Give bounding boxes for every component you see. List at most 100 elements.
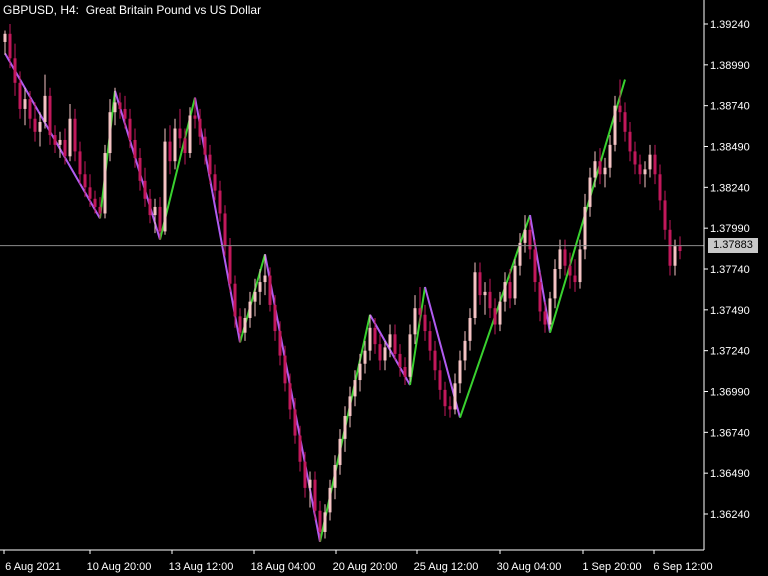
candle-body (108, 112, 112, 154)
candle-body (533, 249, 537, 283)
y-tick-label: 1.39240 (710, 19, 750, 31)
candle-body (18, 82, 22, 109)
candle-body (48, 95, 52, 136)
candle-body (168, 141, 172, 162)
candle-body (188, 115, 192, 154)
candle-body (633, 151, 637, 165)
candle-body (573, 275, 577, 283)
candle-body (548, 298, 552, 325)
candle-body (118, 102, 122, 109)
candle-body (208, 154, 212, 175)
candle-body (563, 249, 567, 266)
candle-body (413, 308, 417, 335)
candle-body (53, 135, 57, 145)
candle-body (298, 435, 302, 462)
zigzag-down-leg (264, 254, 321, 542)
candle-body (568, 265, 572, 276)
candle-body (528, 229, 532, 250)
chart-title: GBPUSD, H4: Great Britain Pound vs US Do… (3, 3, 262, 17)
zigzag-down-leg (194, 97, 241, 343)
candle-body (283, 355, 287, 384)
candle-body (38, 122, 42, 132)
candle-body (68, 118, 72, 157)
y-tick-label: 1.38490 (710, 142, 750, 154)
candle-body (193, 115, 197, 119)
candle-body (643, 169, 647, 175)
candle-body (353, 380, 357, 397)
candle-body (518, 242, 522, 266)
zigzag-down-leg (4, 52, 101, 219)
candle-body (28, 99, 32, 119)
candle-body (3, 33, 7, 42)
candle-body (233, 283, 237, 317)
candle-body (133, 139, 137, 158)
x-tick-label: 25 Aug 12:00 (414, 561, 479, 573)
candle-body (483, 291, 487, 296)
candle-body (73, 118, 77, 152)
candle-body (398, 353, 402, 367)
x-tick-label: 18 Aug 04:00 (251, 561, 316, 573)
candle-body (433, 350, 437, 371)
candle-body (663, 200, 667, 230)
candle-body (178, 128, 182, 139)
candle-body (83, 174, 87, 188)
x-tick-label: 20 Aug 20:00 (333, 561, 398, 573)
candlestick-chart[interactable]: 1.36240 1.36490 1.36740 1.36990 1.37240 1.374… (0, 0, 768, 576)
candle-body (338, 438, 342, 465)
candle-body (383, 347, 387, 361)
candle-body (553, 269, 557, 299)
candle-body (458, 360, 462, 384)
candle-body (598, 161, 602, 175)
candle-body (123, 108, 127, 119)
x-tick-label: 13 Aug 12:00 (169, 561, 234, 573)
candle-body (653, 154, 657, 175)
candle-body (58, 139, 62, 145)
y-tick-label: 1.36990 (710, 387, 750, 399)
candle-body (263, 275, 267, 283)
candle-body (603, 167, 607, 175)
candle-body (658, 174, 662, 201)
candle-body (673, 246, 677, 266)
candle-body (498, 301, 502, 325)
candle-body (438, 370, 442, 390)
candle-body (218, 190, 222, 214)
candle-body (668, 229, 672, 266)
candle-body (268, 275, 272, 305)
candle-body (243, 318, 247, 333)
candle-body (293, 409, 297, 436)
zigzag-up-leg (409, 286, 426, 386)
candle-body (678, 246, 682, 252)
zigzag-down-leg (114, 90, 161, 240)
candle-body (333, 465, 337, 488)
candle-body (113, 102, 117, 113)
candle-body (358, 363, 362, 381)
y-tick-label: 1.37740 (710, 264, 750, 276)
candle-body (328, 487, 332, 513)
candle-body (368, 327, 372, 351)
zigzag-indicator (4, 52, 626, 542)
candle-body (258, 282, 262, 292)
candle-body (473, 272, 477, 318)
candle-body (253, 291, 257, 302)
candle-body (23, 99, 27, 109)
candle-body (408, 334, 412, 377)
candle-body (78, 151, 82, 175)
candle-body (378, 344, 382, 361)
candle-body (203, 136, 207, 155)
candle-body (488, 291, 492, 309)
y-tick-label: 1.38240 (710, 182, 750, 194)
candle-body (403, 367, 407, 377)
current-price-tag: 1.37883 (708, 238, 758, 253)
y-tick-label: 1.38990 (710, 60, 750, 72)
candle-body (493, 308, 497, 325)
candle-body (428, 331, 432, 351)
candle-body (468, 318, 472, 341)
candle-body (578, 249, 582, 283)
candle-body (153, 206, 157, 216)
candle-body (248, 301, 252, 318)
candle-body (33, 118, 37, 132)
candle-body (623, 112, 627, 132)
x-tick-label: 6 Sep 12:00 (653, 561, 712, 573)
candle-body (448, 406, 452, 410)
y-tick-label: 1.37490 (710, 305, 750, 317)
